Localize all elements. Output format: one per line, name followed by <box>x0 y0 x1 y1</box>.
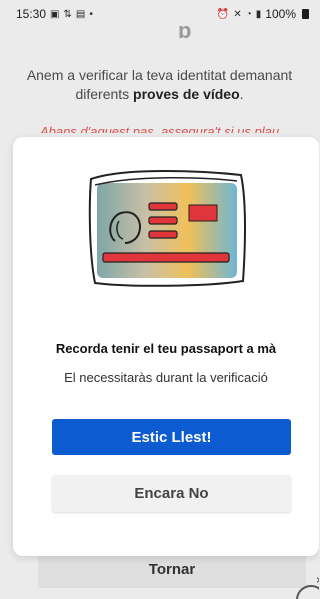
card-bottom-bar <box>102 252 230 263</box>
intro-text-bold: proves de vídeo <box>133 86 240 102</box>
back-button[interactable]: Tornar <box>38 551 306 588</box>
not-yet-button[interactable]: Encara No <box>52 475 291 512</box>
warning-text: Abans d'aquest pas, assegura't si us pla… <box>39 124 280 133</box>
photo-icon: ▣ <box>50 8 60 20</box>
intro-text-end: . <box>239 86 244 102</box>
data-icon: ⇅ <box>63 8 72 20</box>
clock: 15:30 <box>16 7 47 21</box>
passport-reminder-modal: Recorda tenir el teu passaport a mà El n… <box>13 137 319 556</box>
passport-id-card-icon <box>88 170 246 287</box>
modal-subtitle: El necessitaràs durant la verificació <box>64 370 268 385</box>
ready-button[interactable]: Estic Llest! <box>52 419 291 455</box>
status-bar: 15:30 ▣ ⇅ ▤ • ⏰ ✕ ◔ ▮ 100% <box>0 0 319 28</box>
card-line-3 <box>148 230 178 239</box>
alarm-icon: ⏰ <box>216 8 230 20</box>
mute-icon: ✕ <box>233 8 242 20</box>
signal-icon: ▮ <box>255 8 262 20</box>
intro-text: Anem a verificar la teva identitat deman… <box>16 66 303 104</box>
battery-icon <box>302 9 309 19</box>
card-line-2 <box>148 216 178 225</box>
wifi-icon: ◔ <box>245 8 252 20</box>
card-line-1 <box>148 202 178 211</box>
dot-icon: • <box>89 8 93 20</box>
screen: 15:30 ▣ ⇅ ▤ • ⏰ ✕ ◔ ▮ 100% p Anem a veri… <box>0 0 319 599</box>
status-right: ⏰ ✕ ◔ ▮ 100% <box>217 7 309 21</box>
modal-title: Recorda tenir el teu passaport a mà <box>55 341 277 356</box>
card-stamp <box>188 204 218 222</box>
cast-icon: ▤ <box>75 8 86 20</box>
status-left: 15:30 ▣ ⇅ ▤ • <box>16 7 93 21</box>
battery-text: 100% <box>265 7 296 21</box>
